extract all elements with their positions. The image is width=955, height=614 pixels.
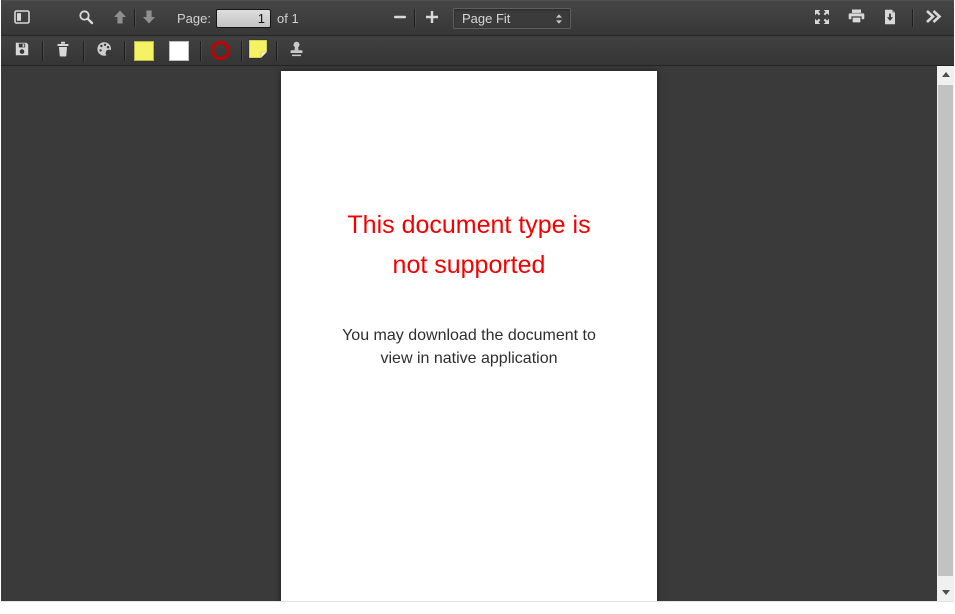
error-title-line2: not supported — [392, 251, 546, 279]
color-palette-button[interactable] — [90, 38, 118, 64]
printer-icon — [848, 9, 865, 27]
scroll-up-icon — [941, 72, 950, 77]
page-number-input[interactable] — [215, 8, 271, 28]
scroll-up-button[interactable] — [937, 66, 954, 83]
toolbar-separator — [414, 9, 415, 27]
toolbar-separator — [276, 40, 277, 61]
zoom-select-value: Page Fit — [462, 11, 511, 26]
zoom-out-button[interactable] — [387, 5, 413, 31]
arrow-up-icon — [112, 9, 128, 28]
highlight-white-button[interactable] — [169, 40, 189, 61]
toolbar-left-group: Page: of 1 — [1, 0, 299, 36]
page-up-button[interactable] — [107, 5, 133, 31]
minus-icon — [392, 9, 408, 28]
error-body-line2: view in native application — [380, 350, 558, 367]
zoom-select[interactable]: Page Fit — [453, 8, 571, 29]
error-body: You may download the document to view in… — [281, 324, 657, 370]
sticky-note-icon — [248, 39, 268, 62]
scrollbar-thumb[interactable] — [938, 85, 953, 576]
browser-page: { "toolbar": { "page_label": "Page:", "p… — [0, 0, 955, 614]
palette-icon — [96, 41, 113, 60]
scroll-down-icon — [941, 590, 950, 595]
toolbar-separator — [124, 40, 125, 61]
save-button[interactable] — [8, 38, 36, 64]
toolbar-right-group — [808, 0, 947, 36]
search-icon — [78, 9, 94, 28]
highlight-yellow-button[interactable] — [134, 40, 154, 61]
toolbar-separator — [42, 40, 43, 61]
download-button[interactable] — [876, 5, 904, 31]
toolbar-separator — [912, 9, 913, 27]
delete-button[interactable] — [49, 38, 77, 64]
zoom-in-button[interactable] — [419, 5, 445, 31]
search-button[interactable] — [72, 5, 100, 31]
error-body-line1: You may download the document to — [342, 327, 596, 344]
double-chevron-right-icon — [924, 9, 942, 27]
toolbar-separator — [134, 9, 135, 27]
fullscreen-icon — [814, 9, 830, 28]
stamp-button[interactable] — [282, 38, 310, 64]
document-page: This document type is not supported You … — [281, 71, 657, 601]
sticky-note-button[interactable] — [245, 38, 271, 64]
fullscreen-button[interactable] — [808, 5, 836, 31]
trash-icon — [55, 41, 71, 60]
sidebar-toggle-icon — [14, 9, 30, 28]
annotation-toolbar — [1, 36, 954, 66]
document-viewport: This document type is not supported You … — [1, 66, 954, 601]
vertical-scrollbar[interactable] — [937, 66, 954, 601]
error-title-line1: This document type is — [347, 211, 591, 239]
page-count-label: of 1 — [276, 10, 299, 26]
print-button[interactable] — [842, 5, 870, 31]
page-down-button[interactable] — [136, 5, 162, 31]
more-tools-button[interactable] — [919, 5, 947, 31]
select-spinner-icon — [552, 12, 566, 29]
download-icon — [882, 9, 898, 28]
toolbar-separator — [200, 40, 201, 61]
main-toolbar: Page: of 1 Page Fit — [1, 0, 954, 36]
circle-annotation-button[interactable] — [211, 41, 230, 60]
scroll-down-button[interactable] — [937, 584, 954, 601]
error-title: This document type is not supported — [281, 205, 657, 285]
toolbar-separator — [83, 40, 84, 61]
plus-icon — [424, 9, 440, 28]
page-label: Page: — [177, 10, 211, 26]
pdf-viewer: Page: of 1 Page Fit — [1, 0, 954, 602]
stamp-icon — [288, 41, 305, 60]
save-icon — [14, 41, 30, 60]
toolbar-separator — [241, 40, 242, 61]
sidebar-toggle-button[interactable] — [8, 5, 36, 31]
arrow-down-icon — [141, 9, 157, 28]
